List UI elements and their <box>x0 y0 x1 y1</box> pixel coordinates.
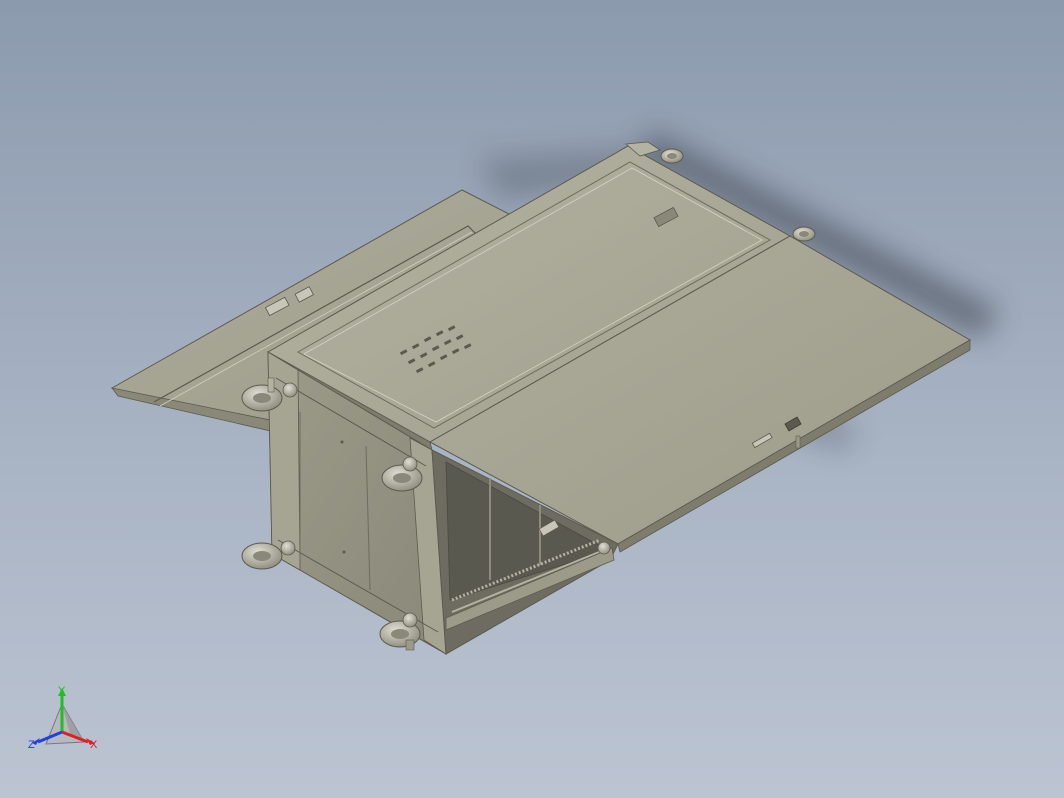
screw-icon <box>597 541 611 555</box>
lifting-ring-back-top <box>660 148 684 164</box>
triad-z-label: Z <box>28 739 35 751</box>
lifting-ring-bottom-left <box>241 540 296 570</box>
orientation-triad[interactable]: Y X Z <box>24 682 108 762</box>
hinge-pin <box>795 435 801 449</box>
triad-x-label: X <box>90 739 98 751</box>
triad-y-label: Y <box>58 685 66 697</box>
3d-model-view[interactable] <box>0 0 1064 798</box>
lifting-ring-back-right <box>792 226 816 242</box>
cad-viewport[interactable]: Y X Z <box>0 0 1064 798</box>
